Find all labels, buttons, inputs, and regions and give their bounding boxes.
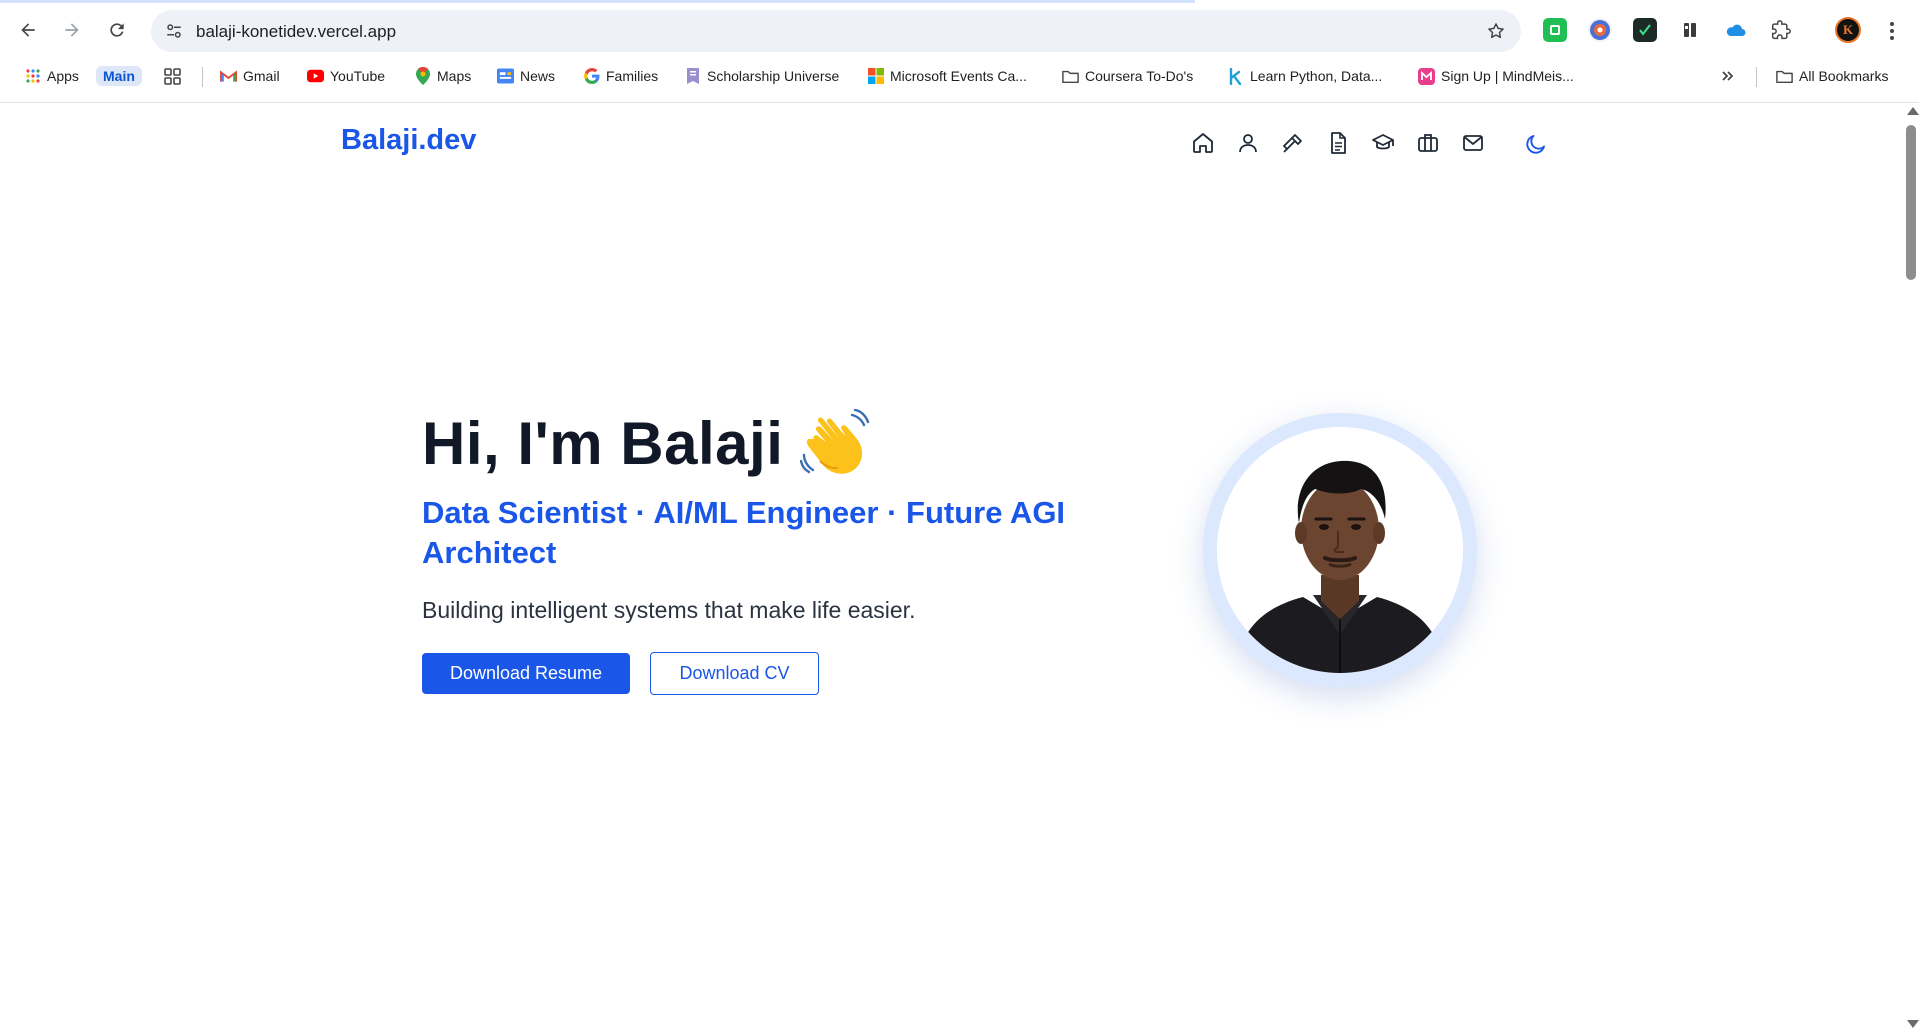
bookmark-mindmeister[interactable]: Sign Up | MindMeis... [1418, 64, 1574, 88]
forward-button[interactable] [56, 14, 88, 46]
hammer-icon [1283, 134, 1302, 153]
extension-green-icon[interactable] [1543, 18, 1567, 42]
bookmark-apps[interactable]: Apps [24, 64, 79, 88]
bookmark-youtube[interactable]: YouTube [307, 64, 385, 88]
scroll-up-arrow-icon[interactable] [1907, 107, 1919, 115]
youtube-icon [307, 68, 324, 85]
all-bookmarks-button[interactable]: All Bookmarks [1776, 64, 1888, 88]
bookmark-families[interactable]: Families [583, 64, 658, 88]
bookmark-learn-python[interactable]: Learn Python, Data... [1227, 64, 1382, 88]
bookmark-tab-groups[interactable] [164, 64, 181, 88]
bookmark-label: Families [606, 68, 659, 84]
address-bar[interactable]: balaji-konetidev.vercel.app [151, 10, 1521, 52]
extension-tool-icon[interactable] [1678, 18, 1702, 42]
reload-icon [110, 23, 124, 37]
bookmark-separator [202, 67, 203, 87]
bookmark-separator [1756, 67, 1757, 87]
profile-avatar[interactable]: K [1835, 17, 1861, 43]
url-text[interactable]: balaji-konetidev.vercel.app [196, 22, 396, 42]
bookmark-maps[interactable]: Maps [414, 64, 471, 88]
nav-skills[interactable] [1280, 130, 1306, 156]
bookmark-star-icon[interactable] [1485, 20, 1507, 42]
bookmark-scholarship-universe[interactable]: Scholarship Universe [684, 64, 839, 88]
apps-grid-icon [24, 68, 41, 85]
tab-groups-icon [164, 67, 181, 85]
bookmark-label: News [520, 68, 556, 84]
bookmark-microsoft-events[interactable]: Microsoft Events Ca... [867, 64, 1027, 88]
bookmark-news[interactable]: News [497, 64, 555, 88]
bookmark-label: YouTube [330, 68, 386, 84]
browser-menu-icon[interactable] [1884, 18, 1900, 44]
browser-chrome: balaji-konetidev.vercel.app K Apps Main … [0, 0, 1919, 103]
folder-icon [1776, 68, 1793, 85]
bookmark-coursera-folder[interactable]: Coursera To-Do's [1062, 64, 1193, 88]
arrow-right-icon [65, 23, 79, 37]
microsoft-icon [867, 68, 884, 85]
site-info-icon[interactable] [163, 20, 185, 42]
folder-icon [1062, 68, 1079, 85]
graduation-cap-icon [1372, 134, 1394, 150]
nav-experience[interactable] [1415, 130, 1441, 156]
web-page: Balaji.dev Hi, I'm Balaji Data Scientist… [0, 103, 1903, 1031]
bookmark-label: Learn Python, Data... [1250, 68, 1383, 84]
user-icon [1239, 134, 1257, 153]
profile-photo-frame [1203, 413, 1477, 687]
nav-about[interactable] [1235, 130, 1261, 156]
bookmark-main[interactable]: Main [96, 64, 142, 88]
extension-check-icon[interactable] [1633, 18, 1657, 42]
site-nav [1190, 130, 1486, 156]
page-scrollbar[interactable] [1903, 103, 1919, 1031]
back-button[interactable] [12, 14, 44, 46]
reload-button[interactable] [101, 14, 133, 46]
waving-hand-icon [800, 409, 870, 474]
home-icon [1193, 133, 1213, 153]
bookmarks-overflow-button[interactable] [1719, 64, 1736, 88]
nav-home[interactable] [1190, 130, 1216, 156]
scroll-thumb[interactable] [1906, 125, 1916, 280]
bookmark-label: Scholarship Universe [707, 68, 840, 84]
nav-education[interactable] [1370, 130, 1396, 156]
page-load-progress [0, 0, 1195, 3]
bookmark-label: All Bookmarks [1799, 68, 1889, 84]
mail-icon [1463, 135, 1483, 151]
hero-title: Hi, I'm Balaji [422, 410, 784, 477]
extension-shield-icon[interactable] [1588, 18, 1612, 42]
bookmark-label: Coursera To-Do's [1085, 68, 1194, 84]
maps-icon [414, 67, 431, 85]
scholarship-icon [684, 68, 701, 85]
bookmark-label: Sign Up | MindMeis... [1441, 68, 1574, 84]
arrow-left-icon [21, 23, 35, 37]
download-cv-button[interactable]: Download CV [650, 652, 819, 695]
theme-toggle-button[interactable] [1522, 130, 1550, 158]
news-icon [497, 68, 514, 85]
download-resume-button[interactable]: Download Resume [422, 653, 630, 694]
gmail-icon [220, 68, 237, 85]
hero-subtitle: Data Scientist · AI/ML Engineer · Future… [422, 495, 1066, 570]
google-icon [583, 68, 600, 85]
bookmark-label: Apps [47, 68, 79, 84]
briefcase-icon [1418, 134, 1438, 152]
k-icon [1227, 67, 1244, 85]
bookmark-gmail[interactable]: Gmail [220, 64, 280, 88]
onedrive-cloud-icon[interactable] [1723, 18, 1747, 42]
extensions-puzzle-icon[interactable] [1769, 18, 1793, 42]
chevron-double-right-icon [1719, 68, 1736, 85]
nav-resume[interactable] [1325, 130, 1351, 156]
mindmeister-icon [1418, 67, 1435, 85]
moon-icon [1526, 135, 1545, 154]
bookmark-label: Gmail [243, 68, 280, 84]
bookmark-label: Microsoft Events Ca... [890, 68, 1027, 84]
document-icon [1331, 132, 1346, 154]
scroll-down-arrow-icon[interactable] [1907, 1020, 1919, 1028]
bookmark-label: Main [96, 66, 142, 86]
nav-contact[interactable] [1460, 130, 1486, 156]
profile-photo [1217, 427, 1463, 673]
site-logo[interactable]: Balaji.dev [341, 124, 476, 157]
bookmark-label: Maps [437, 68, 472, 84]
hero-tagline: Building intelligent systems that make l… [422, 597, 916, 623]
